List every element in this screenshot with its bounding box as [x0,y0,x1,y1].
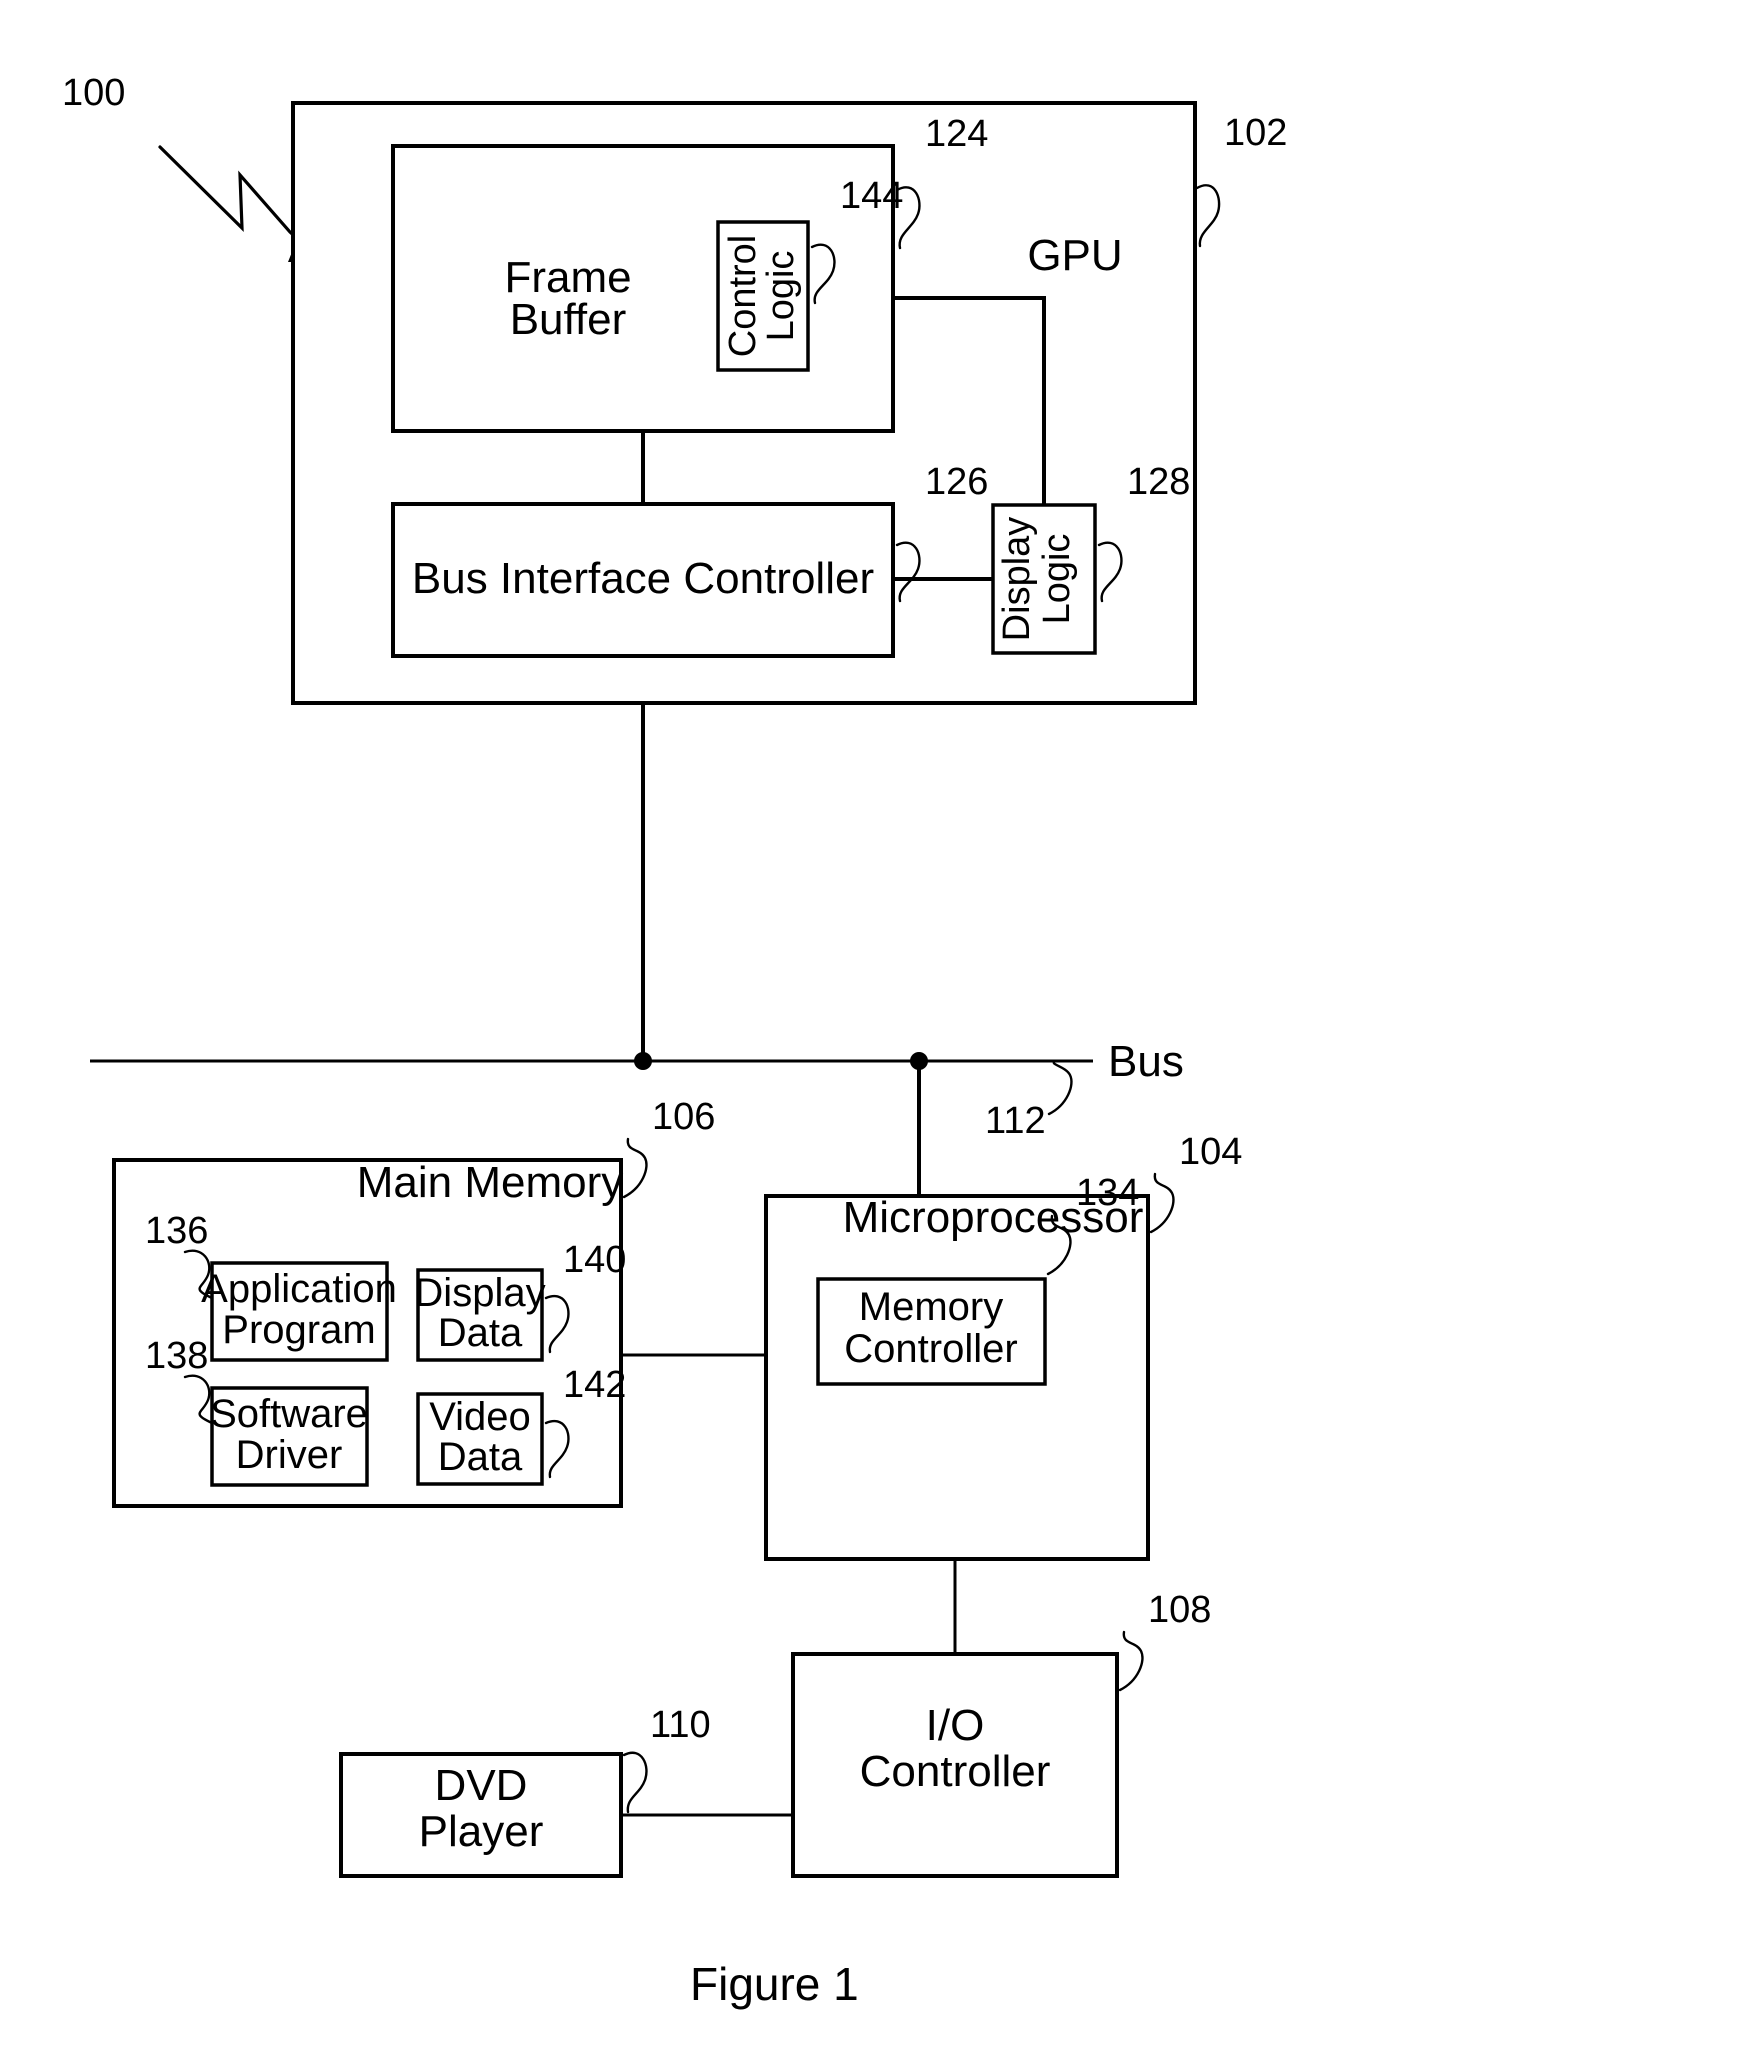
bus-label: Bus [1108,1037,1184,1086]
ref-100: 100 [62,72,125,114]
ref-106-leader [622,1137,648,1199]
control-logic-label-line1: Control [722,235,764,358]
memory-controller-label-line1: Memory [859,1285,1003,1329]
ref-124: 124 [925,113,988,155]
ref-126: 126 [925,461,988,503]
io-controller-label-line2: Controller [860,1747,1051,1796]
ref-140: 140 [563,1239,626,1281]
display-logic-label-line1: Display [996,517,1038,642]
ref-128: 128 [1127,461,1190,503]
figure-caption: Figure 1 [690,1958,859,2010]
application-program-label-line1: Application [201,1267,397,1311]
display-data-label-line1: Display [414,1271,545,1315]
ref-108: 108 [1148,1589,1211,1631]
ref-102: 102 [1224,112,1287,154]
software-driver-label-line2: Driver [236,1433,343,1477]
bus-node-gpu [634,1052,652,1070]
display-data-label-line2: Data [438,1311,523,1355]
main-memory-title: Main Memory [357,1158,624,1207]
ref-142: 142 [563,1364,626,1406]
io-controller-label-line1: I/O [926,1701,985,1750]
frame-buffer-box [391,144,895,433]
ref-108-leader [1118,1630,1144,1692]
gpu-title: GPU [1027,231,1122,280]
dvd-player-label-line2: Player [419,1807,544,1856]
block-diagram-canvas: 100 GPU 102 Frame Buffer 124 Control Log… [62,72,1287,2010]
ref-138: 138 [145,1335,208,1377]
software-driver-label-line1: Software [210,1392,368,1436]
bus-interface-controller-label: Bus Interface Controller [412,554,874,603]
frame-buffer-label-line2: Buffer [510,295,627,344]
video-data-label-line2: Data [438,1435,523,1479]
ref-110: 110 [650,1704,711,1746]
display-logic-label-line2: Logic [1036,534,1078,625]
ref-112: 112 [985,1100,1046,1142]
ref-112-leader [1047,1060,1073,1116]
dvd-player-label-line1: DVD [435,1761,528,1810]
application-program-label-line2: Program [222,1308,375,1352]
patent-figure-1: 100 GPU 102 Frame Buffer 124 Control Log… [0,0,1752,2065]
ref-110-leader [622,1751,648,1814]
memory-controller-label-line2: Controller [844,1327,1017,1371]
ref-144: 144 [840,175,903,217]
ref-134: 134 [1076,1172,1139,1214]
video-data-label-line1: Video [429,1395,531,1439]
control-logic-label-line2: Logic [760,251,802,342]
ref-136: 136 [145,1210,208,1252]
ref-104-leader [1149,1172,1175,1234]
ref-106: 106 [652,1096,715,1138]
ref-104: 104 [1179,1131,1242,1173]
ref-102-leader [1195,184,1221,248]
